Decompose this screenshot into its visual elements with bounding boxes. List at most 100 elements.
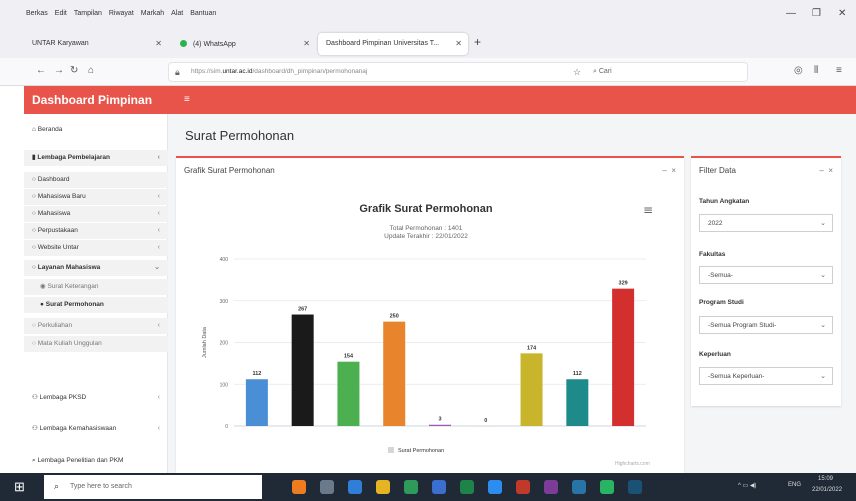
chevron-icon: ‹ (157, 425, 160, 432)
close-card-icon[interactable]: × (828, 166, 833, 175)
chart-menu-icon[interactable]: ≡ (643, 203, 653, 217)
menu-icon[interactable]: ≡ (836, 65, 842, 76)
app-icon[interactable] (404, 480, 418, 494)
windows-start-icon[interactable]: ⊞ (14, 479, 25, 495)
taskbar-search[interactable]: ⌕ Type here to search (44, 475, 262, 499)
chart-card: Grafik Surat Permohonan – × Grafik Surat… (176, 156, 684, 473)
data-label: 250 (390, 314, 399, 320)
legend-label: Surat Permohonan (398, 448, 444, 454)
tab-dashboard[interactable]: Dashboard Pimpinan Universitas T... ✕ (318, 33, 468, 55)
keperluan-select[interactable]: -Semua Keperluan- ⌄ (699, 367, 833, 385)
menu-item[interactable]: Alat (171, 10, 183, 17)
sidebar-item-beranda[interactable]: ⌂ Beranda (24, 122, 168, 138)
new-tab-icon[interactable]: + (474, 35, 481, 49)
taskbar: ⊞ ⌕ Type here to search ^ ▭ ◀) ENG 15:09… (0, 473, 856, 501)
menu-item[interactable]: Bantuan (190, 10, 216, 17)
app-icon[interactable] (600, 480, 614, 494)
y-tick-label: 300 (220, 299, 229, 305)
reload-icon[interactable]: ↻ (70, 65, 78, 76)
hamburger-icon[interactable]: ≡ (184, 94, 190, 105)
address-search[interactable]: ⌕ Cari (593, 68, 612, 76)
sidebar-item-surat-keterangan[interactable]: ◉ Surat Keterangan (24, 279, 168, 295)
collapse-icon[interactable]: – (819, 166, 823, 175)
chevron-icon: ‹ (157, 210, 160, 217)
users-icon: ⚇ (32, 425, 40, 432)
menu-list: Berkas Edit Tampilan Riwayat Markah Alat… (26, 10, 216, 17)
bar (337, 361, 360, 426)
pocket-icon[interactable]: ◎ (794, 65, 803, 76)
back-icon[interactable]: ← (36, 65, 46, 76)
sidebar-item-mahasiswa[interactable]: ○ Mahasiswa ‹ (24, 206, 168, 222)
y-tick-label: 400 (220, 257, 229, 263)
excel-icon[interactable] (460, 480, 474, 494)
minimize-icon[interactable]: — (786, 8, 796, 19)
app-icon[interactable] (488, 480, 502, 494)
app-icon[interactable] (348, 480, 362, 494)
sidebar-item-lembaga-pembelajaran[interactable]: ▮ Lembaga Pembelajaran ‹ (24, 150, 168, 166)
app-icon[interactable] (628, 480, 642, 494)
clock-date[interactable]: 22/01/2022 (812, 487, 842, 493)
program-studi-select[interactable]: -Semua Program Studi- ⌄ (699, 316, 833, 334)
app-icon[interactable] (544, 480, 558, 494)
firefox-icon[interactable] (292, 480, 306, 494)
file-explorer-icon[interactable] (376, 480, 390, 494)
menu-item[interactable]: Markah (141, 10, 164, 17)
bookmark-star-icon[interactable]: ☆ (573, 67, 581, 78)
chart-credit: Highcharts.com (615, 461, 650, 467)
sidebar-item-layanan-mahasiswa[interactable]: ○ Layanan Mahasiswa ⌄ (24, 260, 168, 276)
fakultas-select[interactable]: -Semua- ⌄ (699, 266, 833, 284)
chevron-icon: ‹ (157, 394, 160, 401)
task-view-icon[interactable] (320, 480, 334, 494)
word-icon[interactable] (432, 480, 446, 494)
sidebar-item-lembaga-pksd[interactable]: ⚇ Lembaga PKSD ‹ (24, 390, 168, 406)
menu-item[interactable]: Riwayat (109, 10, 134, 17)
y-tick-label: 0 (225, 424, 228, 430)
tab-untar-karyawan[interactable]: UNTAR Karyawan ✕ (24, 33, 168, 55)
close-window-icon[interactable]: ✕ (838, 8, 846, 19)
menu-item[interactable]: Berkas (26, 10, 48, 17)
y-tick-label: 100 (220, 382, 229, 388)
sidebar-item-lembaga-kemahasiswaan[interactable]: ⚇ Lembaga Kemahasiswaan ‹ (24, 421, 168, 437)
sidebar-item-perpustakaan[interactable]: ○ Perpustakaan ‹ (24, 223, 168, 239)
brand-title[interactable]: Dashboard Pimpinan (32, 93, 152, 107)
close-tab-icon[interactable]: ✕ (155, 39, 162, 48)
app-icon[interactable] (572, 480, 586, 494)
powerpoint-icon[interactable] (516, 480, 530, 494)
home-icon[interactable]: ⌂ (88, 65, 94, 76)
forward-icon[interactable]: → (54, 65, 64, 76)
library-icon[interactable]: ⫴ (814, 65, 818, 76)
sidebar-item-lembaga-penelitian[interactable]: ⌕ Lembaga Penelitian dan PKM (24, 453, 168, 469)
filter-label-keperluan: Keperluan (699, 351, 731, 358)
chevron-icon: ‹ (157, 322, 160, 329)
tab-whatsapp[interactable]: (4) WhatsApp ✕ (172, 33, 316, 55)
clock-time[interactable]: 15:09 (818, 476, 833, 482)
url-text: https://sim.untar.ac.id/dashboard/dh_pim… (191, 68, 368, 75)
sidebar-item-website-untar[interactable]: ○ Website Untar ‹ (24, 240, 168, 256)
menu-item[interactable]: Edit (55, 10, 67, 17)
bar-chart: Grafik Surat Permohonan Total Permohonan … (202, 203, 653, 454)
address-bar[interactable]: 🔒︎ https://sim.untar.ac.id/dashboard/dh_… (168, 62, 748, 82)
sidebar-item-mahasiswa-baru[interactable]: ○ Mahasiswa Baru ‹ (24, 189, 168, 205)
data-label: 329 (619, 281, 628, 287)
restore-icon[interactable]: ❐ (812, 8, 821, 19)
sidebar-item-surat-permohonan[interactable]: ● Surat Permohonan (24, 297, 168, 313)
sidebar-item-dashboard[interactable]: ○ Dashboard (24, 172, 168, 188)
y-tick-label: 200 (220, 341, 229, 347)
navigation-bar: ← → ↻ ⌂ 🔒︎ https://sim.untar.ac.id/dashb… (0, 58, 856, 86)
chevron-down-icon: ⌄ (820, 373, 826, 380)
bar (566, 379, 589, 426)
sidebar-item-perkuliahan[interactable]: ○ Perkuliahan ‹ (24, 318, 168, 334)
menu-item[interactable]: Tampilan (74, 10, 102, 17)
browser-menubar: Berkas Edit Tampilan Riwayat Markah Alat… (0, 0, 856, 30)
tahun-angkatan-select[interactable]: 2022 ⌄ (699, 214, 833, 232)
whatsapp-icon (180, 40, 187, 47)
close-tab-icon[interactable]: ✕ (303, 39, 310, 48)
sidebar-item-mata-kuliah-unggulan[interactable]: ○ Mata Kuliah Unggulan (24, 336, 168, 352)
bar (245, 379, 268, 426)
tray-icons[interactable]: ^ ▭ ◀) (738, 482, 756, 489)
filter-label-fakultas: Fakultas (699, 251, 726, 258)
close-tab-icon[interactable]: ✕ (455, 39, 462, 48)
sidebar: ⌂ Beranda ▮ Lembaga Pembelajaran ‹ ○ Dash… (24, 114, 168, 473)
search-icon: ⌕ (54, 481, 60, 491)
language-indicator[interactable]: ENG (788, 482, 801, 488)
